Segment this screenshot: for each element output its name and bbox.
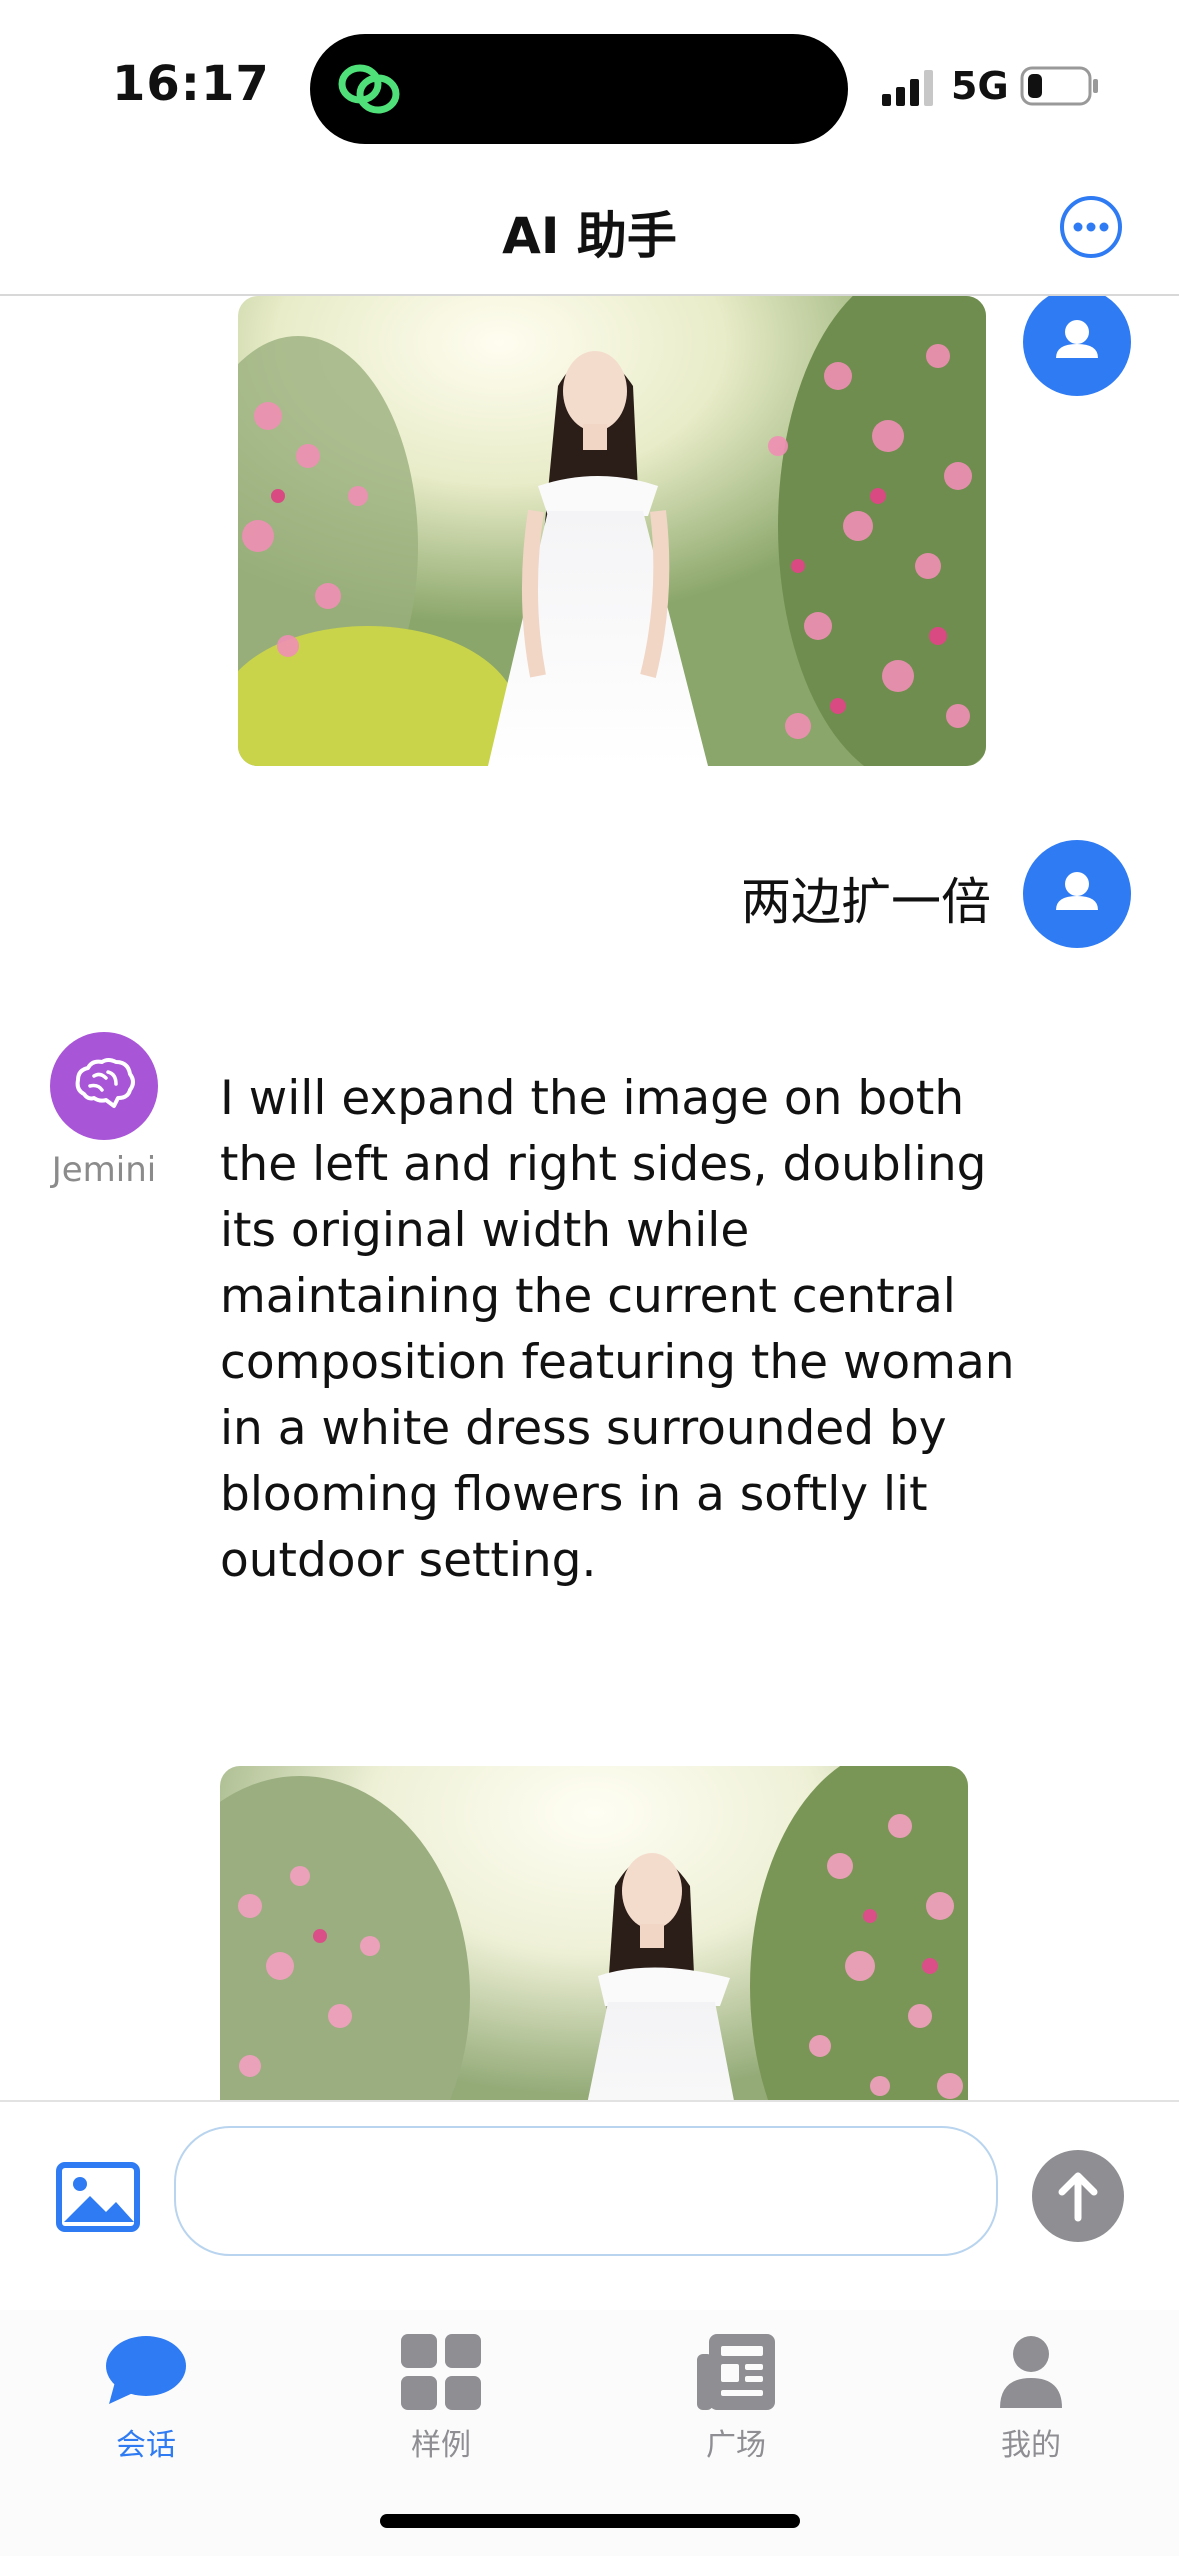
input-bar xyxy=(0,2100,1179,2312)
home-indicator[interactable] xyxy=(380,2514,800,2528)
chat-bubble-icon xyxy=(106,2336,186,2404)
tab-label: 会话 xyxy=(116,2428,176,2463)
arrow-up-icon xyxy=(1058,2172,1098,2222)
tab-examples[interactable]: 样例 xyxy=(341,2324,541,2474)
page-title: AI 助手 xyxy=(502,207,677,265)
ellipsis-icon[interactable] xyxy=(1058,194,1124,260)
image-icon[interactable] xyxy=(56,2162,140,2232)
message-input[interactable] xyxy=(174,2126,998,2256)
person-icon xyxy=(1056,872,1098,910)
tab-profile[interactable]: 我的 xyxy=(931,2324,1131,2474)
user-avatar xyxy=(1023,840,1131,948)
status-time: 16:17 xyxy=(112,56,270,112)
assistant-image-message[interactable] xyxy=(220,1766,968,2100)
user-image-message[interactable] xyxy=(238,296,986,766)
garden-portrait-image xyxy=(238,296,986,766)
person-icon xyxy=(1056,320,1098,358)
link-icon xyxy=(338,64,400,114)
tab-chat[interactable]: 会话 xyxy=(46,2324,246,2474)
grid-icon xyxy=(401,2334,481,2410)
dynamic-island xyxy=(310,34,848,144)
send-button[interactable] xyxy=(1032,2150,1124,2242)
tab-label: 我的 xyxy=(1001,2428,1061,2463)
brain-icon xyxy=(75,1058,135,1108)
signal-icon xyxy=(882,70,933,106)
app-header: AI 助手 xyxy=(0,170,1179,296)
chat-area[interactable]: 两边扩一倍 Jemini I will expand the image on … xyxy=(0,296,1179,2100)
tab-label: 广场 xyxy=(706,2428,766,2463)
assistant-text-message: I will expand the image on both the left… xyxy=(220,1071,1015,1588)
user-text-message: 两边扩一倍 xyxy=(741,873,991,931)
tab-label: 样例 xyxy=(411,2428,471,2463)
tab-plaza[interactable]: 广场 xyxy=(636,2324,836,2474)
newspaper-icon xyxy=(697,2334,775,2410)
assistant-avatar xyxy=(50,1032,158,1140)
assistant-name: Jemini xyxy=(51,1150,157,1190)
status-bar: 16:17 5G xyxy=(0,0,1179,170)
person-icon xyxy=(1000,2336,1062,2408)
user-avatar xyxy=(1023,296,1131,396)
network-label: 5G xyxy=(951,64,1009,108)
expanded-garden-image xyxy=(220,1766,968,2100)
battery-icon xyxy=(1020,66,1098,106)
